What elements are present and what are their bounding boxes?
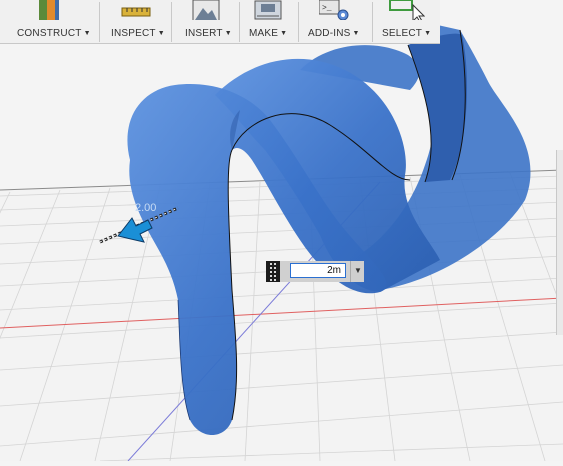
3d-print-icon [254, 0, 282, 20]
inspect-menu[interactable]: INSPECT ▼ [100, 0, 170, 43]
view-scrollbar[interactable] [556, 150, 563, 335]
chevron-down-icon: ▼ [83, 30, 91, 37]
svg-text:>_: >_ [322, 4, 332, 13]
insert-label: INSERT [185, 28, 223, 39]
measure-ruler-icon [121, 7, 151, 17]
select-menu[interactable]: SELECT ▼ [373, 0, 440, 43]
drag-grip-handle[interactable] [266, 261, 280, 282]
grip-icon [270, 263, 276, 281]
manipulator-distance-label: 2.00 [135, 202, 157, 214]
chevron-down-icon: ▼ [280, 30, 288, 37]
chevron-down-icon: ▼ [352, 30, 360, 37]
dimension-input-widget: ▼ [266, 261, 364, 282]
insert-image-icon [192, 0, 220, 20]
chevron-down-icon: ▼ [157, 30, 165, 37]
construct-label: CONSTRUCT [17, 28, 82, 39]
chevron-down-icon: ▼ [224, 30, 232, 37]
inspect-label: INSPECT [111, 28, 156, 39]
3d-scene[interactable] [0, 0, 563, 462]
select-label: SELECT [382, 28, 423, 39]
canvas-viewport[interactable]: 2.00 CONSTRUCT ▼ INSPECT ▼ INSERT ▼ MAKE… [0, 0, 563, 462]
construct-plane-icon [39, 0, 59, 20]
select-cursor-icon [389, 0, 425, 20]
add-ins-menu[interactable]: >_ ADD-INS ▼ [299, 0, 371, 43]
chevron-down-icon: ▼ [354, 266, 362, 275]
input-dropdown-button[interactable]: ▼ [350, 261, 364, 282]
construct-menu[interactable]: CONSTRUCT ▼ [0, 0, 98, 43]
insert-menu[interactable]: INSERT ▼ [172, 0, 238, 43]
add-ins-label: ADD-INS [308, 28, 351, 39]
toolbar: CONSTRUCT ▼ INSPECT ▼ INSERT ▼ MAKE ▼ >_… [0, 0, 440, 44]
scripts-addins-icon: >_ [319, 0, 349, 20]
make-label: MAKE [249, 28, 279, 39]
chevron-down-icon: ▼ [424, 30, 432, 37]
distance-input[interactable] [290, 263, 346, 278]
make-menu[interactable]: MAKE ▼ [240, 0, 297, 43]
